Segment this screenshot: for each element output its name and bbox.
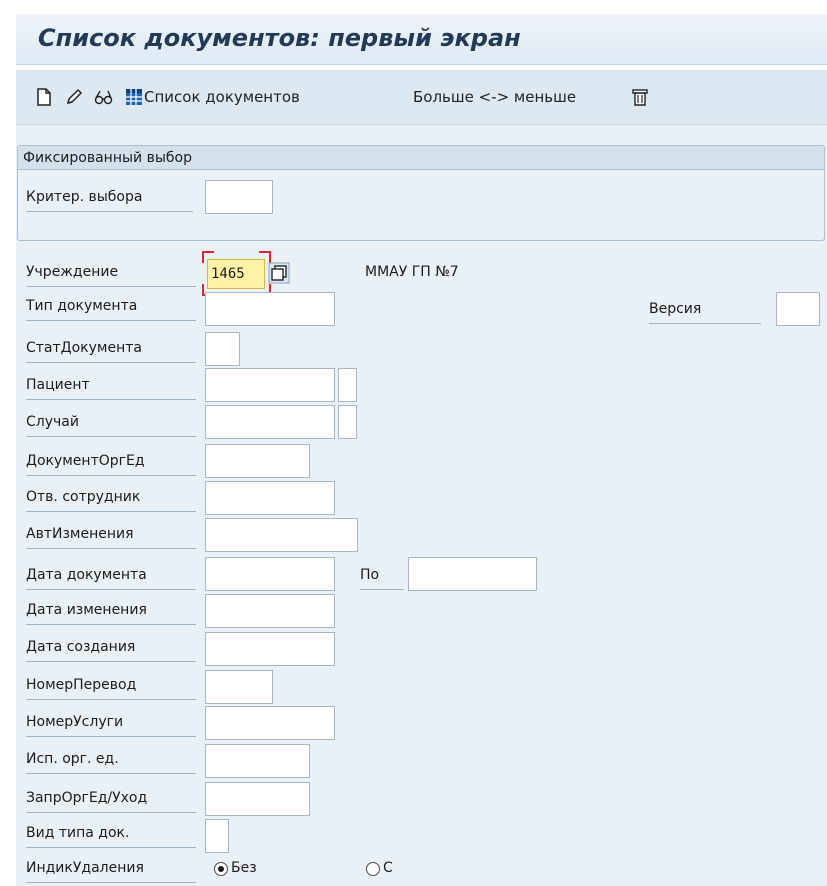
trash-icon xyxy=(632,89,648,106)
changed-by-label: АвтИзменения xyxy=(26,520,196,549)
institution-description: ММАУ ГП №7 xyxy=(365,264,459,280)
req-org-unit-care-input[interactable] xyxy=(205,782,310,816)
transfer-number-label: НомерПеревод xyxy=(26,671,196,700)
exec-org-unit-input[interactable] xyxy=(205,744,310,778)
service-number-label: НомерУслуги xyxy=(26,708,196,737)
selection-criteria-input[interactable] xyxy=(205,180,273,214)
doc-date-label: Дата документа xyxy=(26,561,196,590)
focus-corner-tl xyxy=(202,251,214,263)
doc-type-input[interactable] xyxy=(205,292,335,326)
change-button[interactable] xyxy=(64,84,84,110)
service-number-input[interactable] xyxy=(205,706,335,740)
fixed-selection-header: Фиксированный выбор xyxy=(18,146,824,170)
create-button[interactable] xyxy=(34,84,54,110)
patient-label: Пациент xyxy=(26,371,196,400)
selection-criteria-label: Критер. выбора xyxy=(26,183,193,212)
deletion-indicator-with-radio[interactable] xyxy=(366,862,380,876)
version-label: Версия xyxy=(649,295,761,324)
responsible-employee-label: Отв. сотрудник xyxy=(26,483,196,512)
document-list-label: Список документов xyxy=(144,88,300,106)
value-help-icon[interactable] xyxy=(268,262,290,284)
display-button[interactable] xyxy=(94,84,114,110)
doc-org-unit-input[interactable] xyxy=(205,444,310,478)
case-input[interactable] xyxy=(205,405,335,439)
doc-org-unit-label: ДокументОргЕд xyxy=(26,447,196,476)
change-date-input[interactable] xyxy=(205,594,335,628)
deletion-indicator-without-radio[interactable] xyxy=(214,862,228,876)
doc-status-label: СтатДокумента xyxy=(26,334,196,363)
title-bar: Список документов: первый экран xyxy=(16,14,827,65)
pencil-icon xyxy=(66,88,83,105)
doc-date-to-input[interactable] xyxy=(408,557,537,591)
responsible-employee-input[interactable] xyxy=(205,481,335,515)
institution-label: Учреждение xyxy=(26,258,196,287)
doc-type-label: Тип документа xyxy=(26,292,196,321)
patient-check-input[interactable] xyxy=(338,368,357,402)
doc-date-from-input[interactable] xyxy=(205,557,335,591)
patient-input[interactable] xyxy=(205,368,335,402)
creation-date-input[interactable] xyxy=(205,632,335,666)
deletion-indicator-label: ИндикУдаления xyxy=(26,854,196,883)
case-check-input[interactable] xyxy=(338,405,357,439)
deletion-indicator-with-label: С xyxy=(383,860,393,876)
grid-table-icon xyxy=(126,89,142,105)
page-title: Список документов: первый экран xyxy=(38,24,521,52)
new-document-icon xyxy=(37,88,51,106)
transfer-number-input[interactable] xyxy=(205,670,273,704)
changed-by-input[interactable] xyxy=(205,518,358,552)
document-list-button[interactable]: Список документов xyxy=(124,84,300,110)
doc-date-to-label: По xyxy=(360,561,404,590)
exec-org-unit-label: Исп. орг. ед. xyxy=(26,745,196,774)
doc-type-kind-label: Вид типа док. xyxy=(26,819,196,848)
req-org-unit-care-label: ЗапрОргЕд/Уход xyxy=(26,784,196,813)
doc-status-input[interactable] xyxy=(205,332,240,366)
more-less-label: Больше <-> меньше xyxy=(413,88,577,106)
delete-button[interactable] xyxy=(630,84,650,110)
change-date-label: Дата изменения xyxy=(26,596,196,625)
glasses-icon xyxy=(94,90,113,105)
version-input[interactable] xyxy=(776,292,820,326)
doc-type-kind-input[interactable] xyxy=(205,819,229,853)
institution-input[interactable]: 1465 xyxy=(207,259,265,289)
application-toolbar: Список документов Больше <-> меньше xyxy=(16,70,827,125)
deletion-indicator-without-label: Без xyxy=(231,860,257,876)
creation-date-label: Дата создания xyxy=(26,633,196,662)
case-label: Случай xyxy=(26,408,196,437)
more-less-button[interactable]: Больше <-> меньше xyxy=(413,84,576,110)
